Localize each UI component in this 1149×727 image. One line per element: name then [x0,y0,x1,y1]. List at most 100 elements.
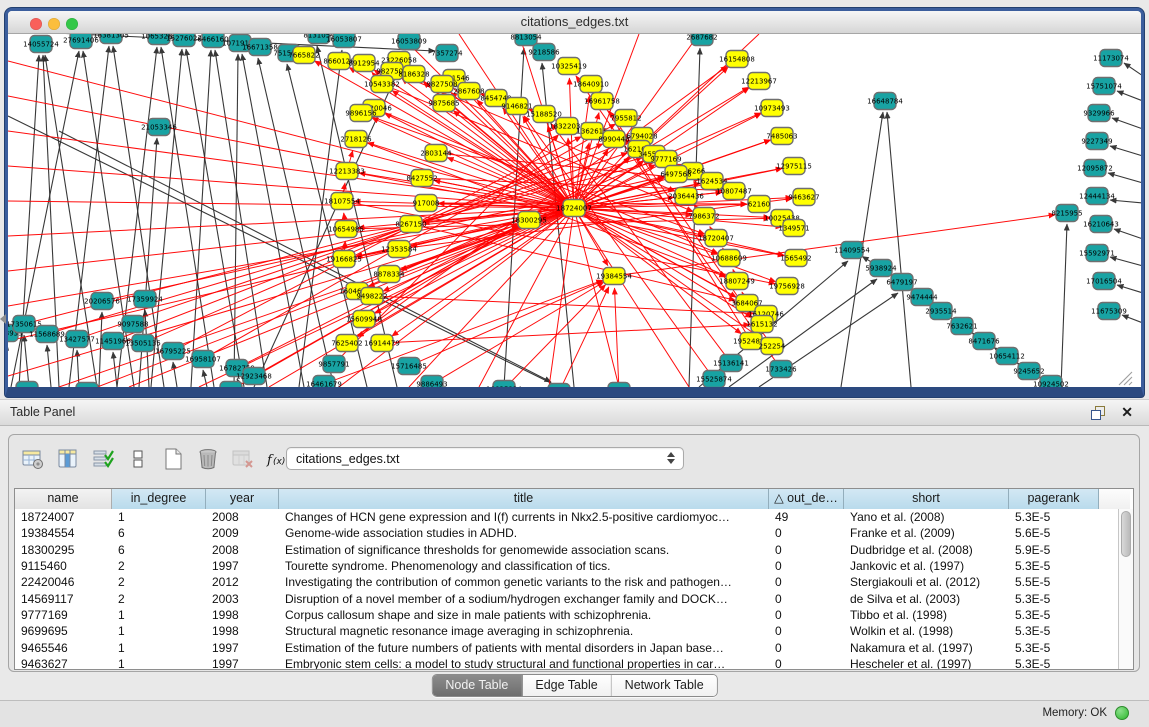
graph-node[interactable]: 9875685 [428,95,459,112]
graph-node[interactable]: 11173074 [1093,50,1129,67]
table-cell[interactable]: Tibbo et al. (1998) [844,608,1009,622]
table-cell[interactable]: 0 [769,641,844,655]
table-cell[interactable]: 6 [112,543,206,557]
red-edge[interactable] [359,173,566,207]
table-cell[interactable]: 2008 [206,510,279,524]
graph-node[interactable]: 917008 [413,195,440,212]
table-cell[interactable]: 9115460 [15,559,112,573]
graph-node[interactable]: 9186757 [71,383,102,388]
graph-node[interactable]: 9227349 [1081,133,1112,150]
table-cell[interactable]: 5.3E-5 [1009,608,1099,622]
table-cell[interactable]: 9463627 [15,657,112,670]
graph-node[interactable]: 9245652 [1013,363,1044,380]
table-cell[interactable]: 5.3E-5 [1009,641,1099,655]
scrollbar-thumb[interactable] [1121,511,1131,557]
table-cell[interactable]: Investigating the contribution of common… [279,575,769,589]
table-cell[interactable]: Embryonic stem cells: a model to study s… [279,657,769,670]
table-cell[interactable]: 0 [769,543,844,557]
table-cell[interactable]: Jankovic et al. (1997) [844,559,1009,573]
graph-node[interactable]: 16210643 [1083,216,1119,233]
graph-node[interactable]: 17359924 [127,291,163,308]
table-cell[interactable]: 9699695 [15,624,112,638]
graph-node[interactable]: 9329966 [1083,105,1115,122]
black-edge[interactable] [24,335,29,387]
red-edge[interactable] [549,208,574,387]
row-height-icon[interactable] [124,445,152,473]
table-cell[interactable]: 18300295 [15,543,112,557]
close-panel-icon[interactable]: ✕ [1121,404,1133,421]
black-edge[interactable] [887,112,911,387]
table-cell[interactable]: 22420046 [15,575,112,589]
graph-node[interactable]: 7955812 [610,110,641,127]
graph-node[interactable]: 8267150 [395,216,426,233]
red-edge[interactable] [120,140,630,338]
black-edge[interactable] [1114,229,1141,239]
table-cell[interactable]: Dudbridge et al. (2008) [844,543,1009,557]
graph-node[interactable]: 7357274 [431,45,463,62]
table-cell[interactable]: 0 [769,624,844,638]
graph-node[interactable]: 10654112 [989,348,1025,365]
table-cell[interactable]: 6 [112,526,206,540]
column-header-in_degree[interactable]: in_degree [112,489,206,509]
column-header-short[interactable]: short [844,489,1009,509]
graph-node[interactable]: 6479197 [886,274,917,291]
red-edge[interactable] [439,282,604,380]
graph-node[interactable]: 15751074 [1086,78,1122,95]
black-edge[interactable] [99,312,102,387]
table-cell[interactable]: 5.3E-5 [1009,624,1099,638]
table-cell[interactable]: 5.3E-5 [1009,657,1099,670]
table-settings-icon[interactable] [19,445,47,473]
select-all-icon[interactable] [89,445,117,473]
table-scrollbar[interactable] [1118,509,1133,669]
table-cell[interactable]: 18724007 [15,510,112,524]
table-row[interactable]: 1456911722003Disruption of a novel membe… [15,590,1118,606]
graph-node[interactable]: 16154808 [719,51,755,68]
graph-node[interactable]: 9498222 [356,288,387,305]
table-cell[interactable]: Nakamura et al. (1997) [844,641,1009,655]
table-cell[interactable]: 0 [769,657,844,670]
black-edge[interactable] [173,362,177,387]
table-row[interactable]: 946554611997Estimation of the future num… [15,639,1118,655]
graph-node[interactable]: 11409554 [834,242,870,259]
graph-node[interactable]: 2687682 [686,34,717,46]
table-row[interactable]: 977716911998Corpus callosum shape and si… [15,607,1118,623]
table-cell[interactable]: Estimation of significance thresholds fo… [279,543,769,557]
table-cell[interactable]: 1998 [206,608,279,622]
table-row[interactable]: 1830029562008Estimation of significance … [15,542,1118,558]
table-cell[interactable]: Wolkin et al. (1998) [844,624,1009,638]
table-cell[interactable]: Yano et al. (2008) [844,510,1009,524]
graph-node[interactable]: 10688609 [711,250,747,267]
graph-node[interactable]: 16914479 [364,335,400,352]
table-cell[interactable]: de Silva et al. (2003) [844,592,1009,606]
graph-node[interactable]: 17016504 [1086,273,1122,290]
table-cell[interactable]: Changes of HCN gene expression and I(f) … [279,510,769,524]
graph-node[interactable]: 16053807 [326,34,362,48]
graph-node[interactable]: 2803144 [420,145,452,162]
graph-node[interactable]: 2718126 [340,131,372,148]
table-cell[interactable]: 9777169 [15,608,112,622]
graph-node[interactable]: 1565492 [780,250,811,267]
table-cell[interactable]: Franke et al. (2009) [844,526,1009,540]
black-edge[interactable] [1110,146,1141,156]
show-columns-icon[interactable] [54,445,82,473]
table-cell[interactable]: 1997 [206,559,279,573]
graph-node[interactable]: 16461679 [306,376,342,388]
table-cell[interactable]: Structural magnetic resonance image aver… [279,624,769,638]
graph-node[interactable]: 12213967 [741,73,777,90]
table-cell[interactable]: 0 [769,559,844,573]
table-cell[interactable]: 5.3E-5 [1009,592,1099,606]
table-cell[interactable]: 1998 [206,624,279,638]
black-edge[interactable] [1117,91,1141,101]
table-cell[interactable]: 0 [769,575,844,589]
black-edge[interactable] [1110,257,1141,266]
table-row[interactable]: 2242004622012Investigating the contribut… [15,574,1118,590]
black-edge[interactable] [1108,173,1141,183]
table-cell[interactable]: 19384554 [15,526,112,540]
red-edge[interactable] [8,208,574,236]
graph-node[interactable]: 12095872 [1077,160,1113,177]
table-cell[interactable]: 0 [769,526,844,540]
graph-node[interactable]: 19756928 [769,278,805,295]
black-edge[interactable] [242,54,304,387]
table-cell[interactable]: Genome-wide association studies in ADHD. [279,526,769,540]
table-cell[interactable]: 2 [112,592,206,606]
